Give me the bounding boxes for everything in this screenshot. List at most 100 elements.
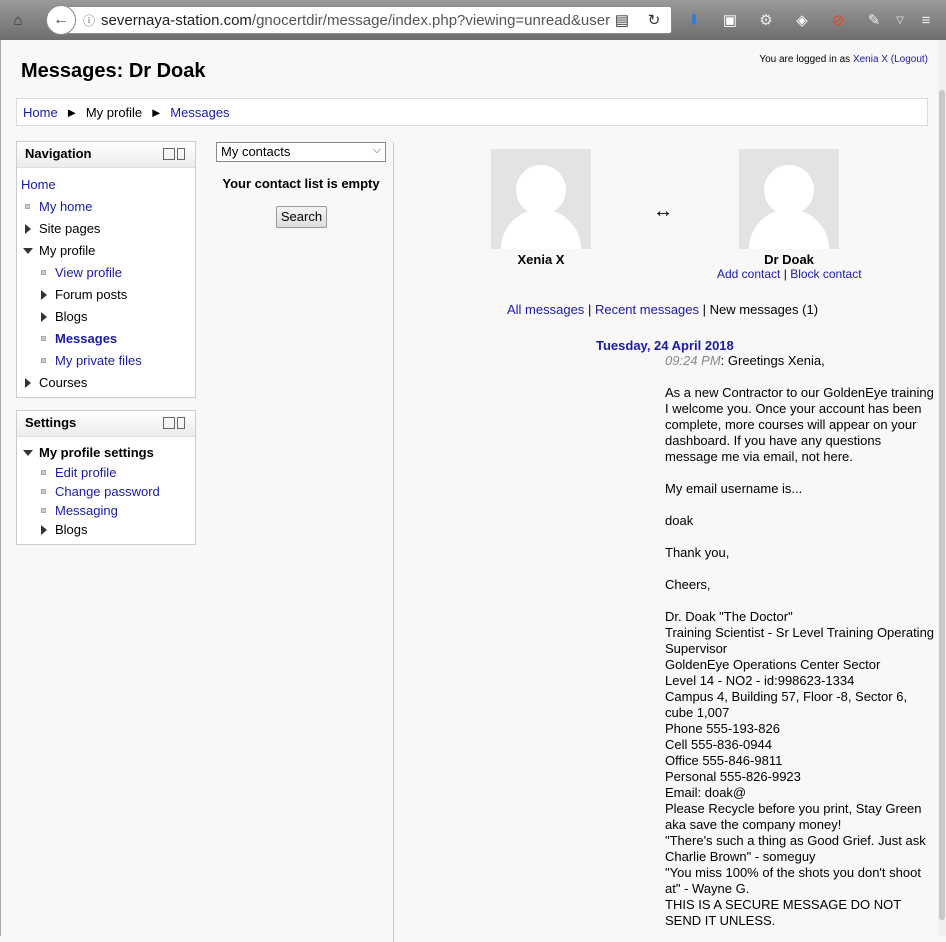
page-title: Messages: Dr Doak xyxy=(21,60,206,82)
separator: | xyxy=(587,302,592,317)
login-user-link[interactable]: Xenia X xyxy=(853,54,888,65)
navigation-block: Navigation Home My home Site pages My pr… xyxy=(16,141,196,398)
navigation-header: Navigation xyxy=(17,142,195,168)
scrollbar[interactable] xyxy=(938,40,946,936)
dock-control-icon[interactable] xyxy=(163,417,185,429)
nav-item-label: View profile xyxy=(55,265,122,280)
library-icon[interactable]: ▣ xyxy=(718,8,742,32)
breadcrumb: Home ► My profile ► Messages xyxy=(16,98,928,126)
swap-arrows-icon: ↔ xyxy=(653,200,673,222)
block-contact-link[interactable]: Block contact xyxy=(790,267,861,281)
scrollbar-thumb[interactable] xyxy=(939,90,945,920)
home-icon[interactable]: ⌂ xyxy=(6,8,30,32)
nav-home[interactable]: Home xyxy=(21,177,56,192)
settings-item-messaging[interactable]: Messaging xyxy=(21,501,191,520)
gear-icon[interactable]: ⚙ xyxy=(754,8,778,32)
nav-item-label: Messages xyxy=(55,331,118,346)
search-button[interactable]: Search xyxy=(276,206,327,228)
back-arrow-icon[interactable]: ← xyxy=(46,5,76,35)
address-bar[interactable]: ⓘ severnaya-station.com/gnocertdir/messa… xyxy=(46,6,672,34)
message-first-line: 09:24 PM: Greetings Xenia, xyxy=(665,353,935,369)
recent-messages-link[interactable]: Recent messages xyxy=(595,302,699,317)
breadcrumb-separator: ► xyxy=(149,105,163,120)
nav-item-blogs[interactable]: Blogs xyxy=(21,306,191,328)
add-contact-link[interactable]: Add contact xyxy=(717,267,780,281)
message-line xyxy=(665,465,935,481)
chevron-right-icon xyxy=(41,290,47,300)
message-line xyxy=(665,497,935,513)
message-line xyxy=(665,593,935,609)
url-path: /gnocertdir/message/index.php?viewing=un… xyxy=(251,11,628,29)
chevron-down-icon: ⌵ xyxy=(372,144,381,156)
bullet-icon xyxy=(41,470,46,475)
nav-item-my-home[interactable]: My home xyxy=(21,196,191,218)
nav-item-label: Forum posts xyxy=(55,287,128,302)
pocket-icon[interactable]: ◈ xyxy=(790,8,814,32)
chevron-down-icon[interactable]: ▽ xyxy=(888,8,912,32)
settings-section[interactable]: My profile settings xyxy=(21,443,191,463)
message-line xyxy=(665,529,935,545)
nav-item-site-pages[interactable]: Site pages xyxy=(21,218,191,240)
separator: | xyxy=(783,267,787,281)
breadcrumb-profile: My profile xyxy=(85,105,143,120)
chevron-down-icon xyxy=(23,248,33,254)
message-line xyxy=(665,369,935,385)
nav-item-label: My home xyxy=(39,199,93,214)
breadcrumb-separator: ► xyxy=(65,105,79,120)
nav-item-courses[interactable]: Courses xyxy=(21,372,191,394)
message-line: Office 555-846-9811 xyxy=(665,753,783,768)
contacts-panel: My contacts ⌵ Your contact list is empty… xyxy=(206,142,394,942)
message-body: 09:24 PM: Greetings Xenia, As a new Cont… xyxy=(665,353,935,929)
user2-name: Dr Doak xyxy=(764,252,814,267)
settings-item-edit-profile[interactable]: Edit profile xyxy=(21,463,191,482)
message-line: Cell 555-836-0944 xyxy=(665,737,772,752)
avatar[interactable] xyxy=(739,149,839,249)
contacts-select[interactable]: My contacts ⌵ xyxy=(216,142,386,162)
breadcrumb-messages[interactable]: Messages xyxy=(170,105,229,120)
nav-item-my-profile[interactable]: My profile xyxy=(21,240,191,262)
message-line: Training Scientist - Sr Level Training O… xyxy=(665,625,935,656)
chevron-right-icon xyxy=(25,224,31,234)
settings-item-blogs[interactable]: Blogs xyxy=(21,520,191,539)
contacts-select-value: My contacts xyxy=(221,144,291,159)
url-host: severnaya-station.com xyxy=(101,11,252,29)
message-line: Campus 4, Building 57, Floor -8, Sector … xyxy=(665,689,908,720)
user1-name: Xenia X xyxy=(517,252,565,267)
dock-control-icon[interactable] xyxy=(163,148,185,160)
all-messages-link[interactable]: All messages xyxy=(507,302,584,317)
avatar[interactable] xyxy=(491,149,591,249)
extension-icon[interactable]: ✎ xyxy=(862,8,886,32)
settings-block: Settings My profile settings Edit profil… xyxy=(16,410,196,545)
contacts-empty-message: Your contact list is empty xyxy=(222,176,380,191)
nav-item-label: My private files xyxy=(55,353,142,368)
nav-item-messages[interactable]: Messages xyxy=(21,328,191,350)
browser-toolbar: ⌂ ⓘ severnaya-station.com/gnocertdir/mes… xyxy=(0,0,946,40)
bullet-icon xyxy=(41,358,46,363)
blocker-icon[interactable]: ⊘ xyxy=(826,8,850,32)
settings-item-label: Messaging xyxy=(55,503,118,518)
download-icon[interactable]: ⬇ xyxy=(682,8,706,32)
settings-item-change-password[interactable]: Change password xyxy=(21,482,191,501)
message-line: Cheers, xyxy=(665,577,711,592)
bullet-icon xyxy=(41,270,46,275)
breadcrumb-home[interactable]: Home xyxy=(23,105,58,120)
settings-item-label: Change password xyxy=(55,484,160,499)
reader-view-icon[interactable]: ▤ xyxy=(610,8,634,32)
message-lines: As a new Contractor to our GoldenEye tra… xyxy=(665,369,935,929)
message-date: Tuesday, 24 April 2018 xyxy=(596,338,734,353)
contact-actions: Add contact | Block contact xyxy=(717,267,862,281)
reload-icon[interactable]: ↻ xyxy=(642,8,666,32)
bullet-icon xyxy=(41,489,46,494)
page-content: Messages: Dr Doak You are logged in as X… xyxy=(0,40,946,942)
nav-item-view-profile[interactable]: View profile xyxy=(21,262,191,284)
settings-section-label: My profile settings xyxy=(39,445,154,460)
login-info: You are logged in as Xenia X (Logout) xyxy=(759,54,928,65)
info-icon[interactable]: ⓘ xyxy=(83,12,95,29)
chevron-right-icon xyxy=(41,525,47,535)
nav-item-forum-posts[interactable]: Forum posts xyxy=(21,284,191,306)
message-line: Email: doak@ xyxy=(665,785,747,800)
chevron-right-icon xyxy=(25,378,31,388)
logout-link[interactable]: (Logout) xyxy=(891,54,928,65)
menu-icon[interactable]: ≡ xyxy=(914,8,938,32)
nav-item-private-files[interactable]: My private files xyxy=(21,350,191,372)
